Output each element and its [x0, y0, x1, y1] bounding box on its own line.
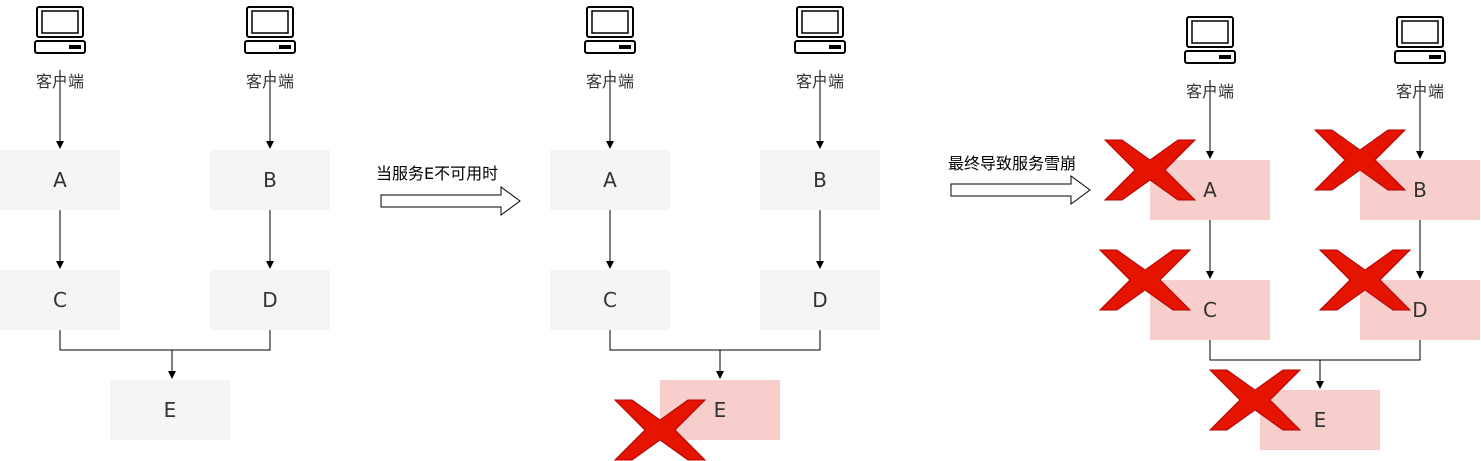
service-node-b: B	[210, 150, 330, 210]
edge-c-d-join	[609, 330, 821, 351]
service-node-b: B	[760, 150, 880, 210]
edge-c-d-join	[59, 330, 271, 351]
computer-icon	[244, 6, 296, 54]
client-label: 客户端	[1395, 82, 1444, 101]
computer-icon	[1394, 16, 1446, 64]
computer-icon	[794, 6, 846, 54]
client-label: 客户端	[245, 72, 294, 91]
service-node-a: A	[550, 150, 670, 210]
right-arrow-icon	[380, 186, 521, 216]
service-node-c: C	[550, 270, 670, 330]
service-node-a: A	[0, 150, 120, 210]
failed-service-node-a: A	[1150, 160, 1270, 220]
service-node-c: C	[0, 270, 120, 330]
failed-service-node-d: D	[1360, 280, 1480, 340]
computer-icon	[1184, 16, 1236, 64]
right-arrow-icon	[950, 175, 1091, 205]
failed-service-node-b: B	[1360, 160, 1480, 220]
computer-icon	[584, 6, 636, 54]
client-label: 客户端	[795, 72, 844, 91]
client-label: 客户端	[585, 72, 634, 91]
service-node-d: D	[210, 270, 330, 330]
computer-icon	[34, 6, 86, 54]
transition-label: 最终导致服务雪崩	[948, 154, 1077, 173]
service-node-e: E	[110, 380, 230, 440]
failed-service-node-e: E	[660, 380, 780, 440]
client-label: 客户端	[35, 72, 84, 91]
diagram-canvas: 客户端 客户端 客户端 客户端 客户端 客户端 A B C D E 当服务E不可…	[0, 0, 1481, 461]
client-label: 客户端	[1185, 82, 1234, 101]
failed-service-node-c: C	[1150, 280, 1270, 340]
edge-c-d-join	[1209, 340, 1421, 361]
transition-label: 当服务E不可用时	[376, 164, 499, 183]
failed-service-node-e: E	[1260, 390, 1380, 450]
service-node-d: D	[760, 270, 880, 330]
